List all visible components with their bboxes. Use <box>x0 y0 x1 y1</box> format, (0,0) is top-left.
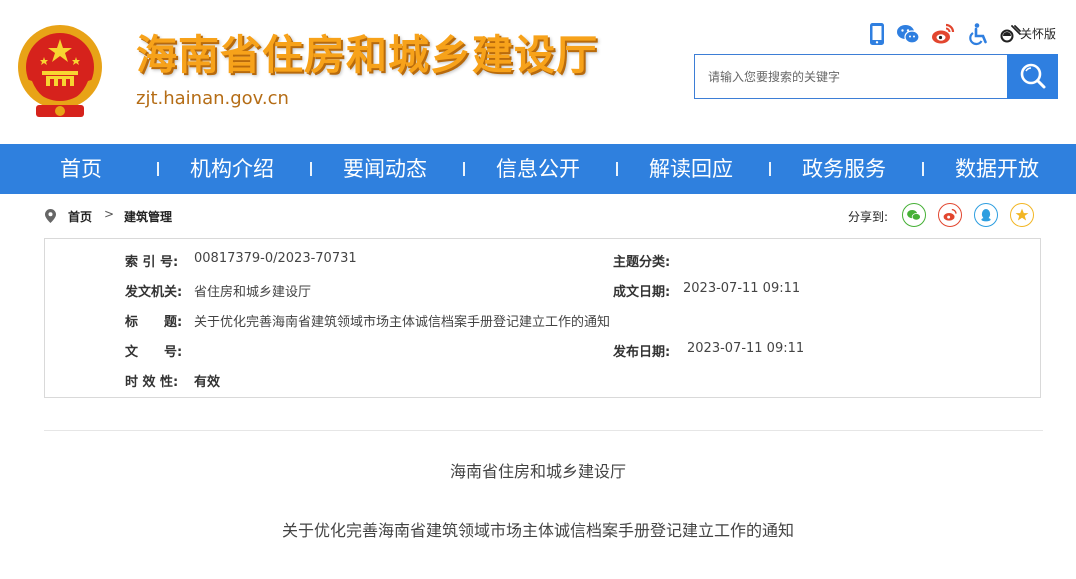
mobile-icon[interactable] <box>865 22 889 46</box>
share-bar: 分享到: <box>848 203 1048 229</box>
site-header: 海南省住房和城乡建设厅 zjt.hainan.gov.cn 关怀版 请输入您要搜… <box>0 0 1076 144</box>
title-label: 标 题: <box>125 315 183 330</box>
site-title[interactable]: 海南省住房和城乡建设厅 <box>136 30 598 80</box>
validity-value: 有效 <box>194 375 221 390</box>
nav-separator <box>769 162 771 176</box>
nav-item-home[interactable]: 首页 <box>60 144 102 194</box>
article-issuer: 海南省住房和城乡建设厅 <box>449 462 626 481</box>
publish-date-value: 2023-07-11 09:11 <box>687 341 805 356</box>
publish-date-label: 发布日期: <box>613 345 671 360</box>
elder-care-icon[interactable] <box>998 22 1022 46</box>
search-field <box>694 54 1007 99</box>
nav-item-news[interactable]: 要闻动态 <box>343 144 427 194</box>
article-title: 关于优化完善海南省建筑领域市场主体诚信档案手册登记建立工作的通知 <box>281 521 794 540</box>
qq-share-icon[interactable] <box>974 203 998 227</box>
search-input[interactable] <box>695 55 1007 98</box>
written-date-label: 成文日期: <box>613 285 671 300</box>
weibo-icon[interactable] <box>931 22 955 46</box>
breadcrumb-home[interactable]: 首页 <box>68 208 92 225</box>
breadcrumb-current[interactable]: 建筑管理 <box>124 208 172 225</box>
nav-item-interpretation[interactable]: 解读回应 <box>649 144 733 194</box>
qzone-share-icon[interactable] <box>1010 203 1034 227</box>
nav-separator <box>616 162 618 176</box>
search-icon <box>1020 63 1046 89</box>
topic-label: 主题分类: <box>613 255 671 270</box>
weibo-share-icon[interactable] <box>938 203 962 227</box>
accessibility-icon[interactable] <box>966 22 990 46</box>
nav-item-services[interactable]: 政务服务 <box>802 144 886 194</box>
care-version-label[interactable]: 关怀版 <box>1020 25 1056 42</box>
index-number-value: 00817379-0/2023-70731 <box>194 251 357 266</box>
nav-item-disclosure[interactable]: 信息公开 <box>496 144 580 194</box>
index-number-label: 索 引 号: <box>125 255 179 270</box>
issuer-label: 发文机关: <box>125 285 183 300</box>
issuer-value: 省住房和城乡建设厅 <box>194 285 312 300</box>
written-date-value: 2023-07-11 09:11 <box>683 281 801 296</box>
national-emblem-icon <box>18 25 102 117</box>
search-button[interactable] <box>1007 54 1058 99</box>
document-info-table: 索 引 号: 00817379-0/2023-70731 主题分类: 发文机关:… <box>44 238 1041 398</box>
share-label: 分享到: <box>848 210 889 224</box>
site-domain: zjt.hainan.gov.cn <box>136 88 289 109</box>
nav-separator <box>922 162 924 176</box>
nav-separator <box>157 162 159 176</box>
main-nav: 首页 机构介绍 要闻动态 信息公开 解读回应 政务服务 数据开放 <box>0 144 1076 194</box>
location-pin-icon <box>45 209 56 223</box>
wechat-share-icon[interactable] <box>902 203 926 227</box>
content-divider <box>44 430 1043 431</box>
breadcrumb-separator: > <box>104 207 115 221</box>
nav-separator <box>463 162 465 176</box>
validity-label: 时 效 性: <box>125 375 179 390</box>
wechat-icon[interactable] <box>896 22 920 46</box>
document-number-label: 文 号: <box>125 345 183 360</box>
nav-item-open-data[interactable]: 数据开放 <box>955 144 1039 194</box>
title-value: 关于优化完善海南省建筑领域市场主体诚信档案手册登记建立工作的通知 <box>194 315 611 330</box>
top-toolbar: 关怀版 <box>865 22 1065 46</box>
nav-item-about[interactable]: 机构介绍 <box>190 144 274 194</box>
nav-separator <box>310 162 312 176</box>
